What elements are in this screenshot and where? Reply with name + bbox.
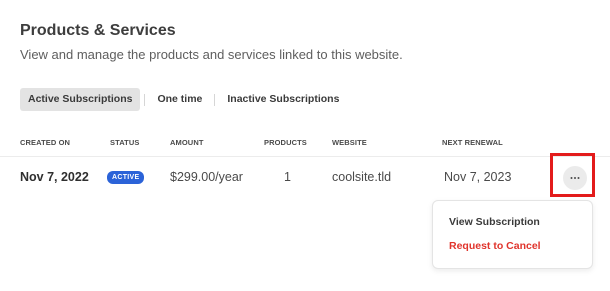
request-to-cancel-menu-item[interactable]: Request to Cancel	[449, 240, 541, 252]
products-cell: 1	[284, 170, 291, 184]
column-header-website: WEBSITE	[332, 138, 367, 147]
amount-cell: $299.00/year	[170, 170, 243, 184]
column-header-next-renewal: NEXT RENEWAL	[442, 138, 503, 147]
website-cell: coolsite.tld	[332, 170, 392, 184]
page-subtitle: View and manage the products and service…	[20, 47, 403, 62]
tab-divider	[144, 93, 146, 106]
tab-one-time[interactable]: One time	[148, 88, 210, 111]
highlight-annotation	[550, 153, 595, 197]
tab-active-subscriptions[interactable]: Active Subscriptions	[20, 88, 141, 111]
created-on-cell: Nov 7, 2022	[20, 170, 89, 184]
column-header-products: PRODUCTS	[264, 138, 307, 147]
table-divider	[0, 156, 610, 157]
view-subscription-menu-item[interactable]: View Subscription	[449, 216, 540, 228]
page-title: Products & Services	[20, 22, 176, 39]
tab-divider	[214, 93, 216, 106]
column-header-status: STATUS	[110, 138, 140, 147]
next-renewal-cell: Nov 7, 2023	[444, 170, 512, 184]
status-badge: ACTIVE	[107, 171, 145, 184]
row-actions-menu: View Subscription Request to Cancel	[432, 200, 593, 269]
column-header-created-on: CREATED ON	[20, 138, 71, 147]
column-header-amount: AMOUNT	[170, 138, 204, 147]
subscription-tabs: Active Subscriptions One time Inactive S…	[20, 88, 347, 111]
tab-inactive-subscriptions[interactable]: Inactive Subscriptions	[218, 88, 347, 111]
